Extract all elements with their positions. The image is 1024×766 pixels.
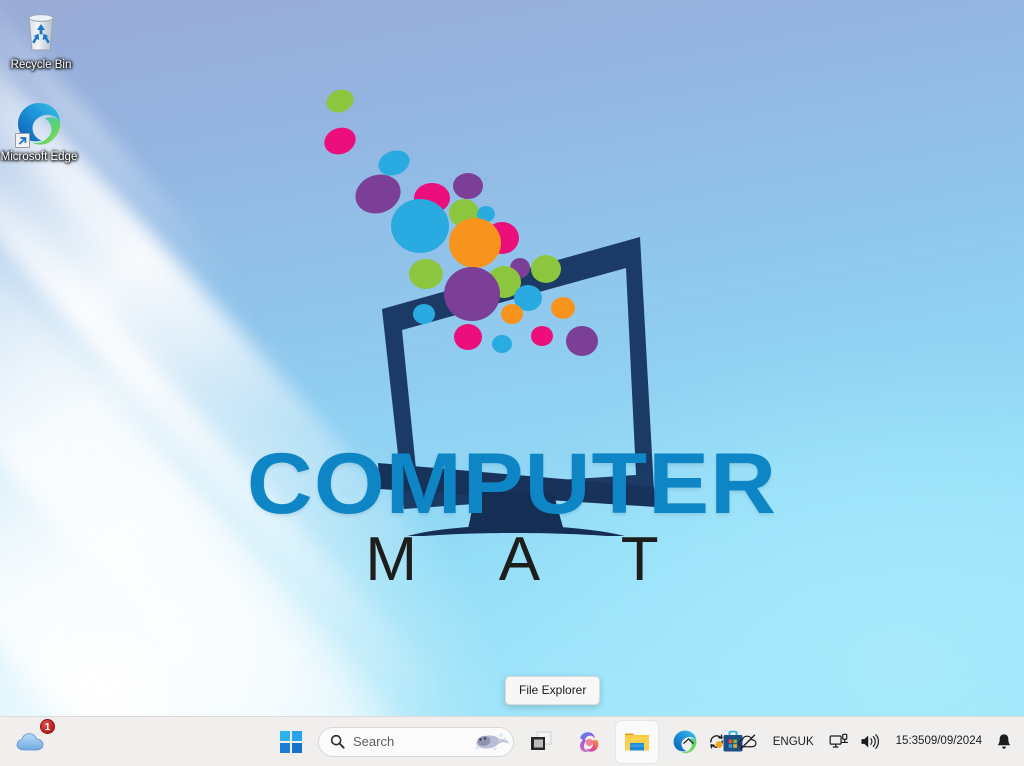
language-line-1: ENG <box>772 735 798 748</box>
desktop-icon-recycle-bin[interactable]: Recycle Bin <box>2 8 80 72</box>
windows-update-button[interactable] <box>701 721 732 763</box>
taskview-button[interactable] <box>520 721 562 763</box>
language-indicator[interactable]: ENG UK <box>764 721 823 763</box>
cloud-offline-icon <box>738 733 757 749</box>
file-explorer-tooltip: File Explorer <box>505 676 601 705</box>
chevron-up-icon <box>683 738 694 744</box>
update-sync-icon <box>709 734 723 749</box>
clock-time: 15:35 <box>895 735 925 747</box>
search-input[interactable]: Search <box>318 726 514 757</box>
start-button[interactable] <box>270 721 312 763</box>
network-button[interactable] <box>823 721 854 763</box>
language-line-2: UK <box>797 735 814 748</box>
volume-button[interactable] <box>854 721 886 763</box>
task-view-icon <box>531 731 552 750</box>
desktop-icon-label: Microsoft Edge <box>0 151 78 163</box>
recycle-bin-icon <box>17 8 65 56</box>
windows-logo-icon <box>280 730 302 753</box>
desktop-icon-label: Recycle Bin <box>10 59 72 71</box>
microsoft-edge-icon <box>15 100 63 148</box>
remote-monitor-icon <box>829 733 848 748</box>
onedrive-paused-button[interactable] <box>732 721 764 763</box>
bell-icon <box>997 734 1011 749</box>
copilot-icon <box>580 731 599 752</box>
system-tray: ENG UK 15:35 09/09/2024 <box>676 717 1018 766</box>
copilot-button[interactable] <box>568 721 610 763</box>
file-explorer-icon <box>625 733 649 750</box>
search-placeholder: Search <box>353 734 395 749</box>
desktop-icon-microsoft-edge[interactable]: Microsoft Edge <box>0 100 78 164</box>
speaker-icon <box>861 734 879 749</box>
desktop-screen: COMPUTER M A T Recycle Bin Microsoft Edg… <box>0 0 1024 766</box>
tooltip-text: File Explorer <box>519 683 587 697</box>
monitor-illustration <box>378 237 656 536</box>
desktop-wallpaper[interactable]: COMPUTER M A T Recycle Bin Microsoft Edg… <box>0 0 1024 716</box>
search-icon <box>330 734 345 749</box>
stingray-image-icon[interactable] <box>471 730 510 754</box>
notifications-button[interactable] <box>990 721 1018 763</box>
clock-button[interactable]: 15:35 09/09/2024 <box>886 721 990 763</box>
taskbar: 1 Search ENG UK 15:35 09/09/2024 <box>0 716 1024 766</box>
file-explorer-button[interactable] <box>616 720 658 763</box>
shortcut-arrow-icon <box>15 133 30 148</box>
colorful-bubbles-illustration <box>324 89 598 356</box>
clock-date: 09/09/2024 <box>924 735 982 747</box>
show-hidden-icons-button[interactable] <box>676 721 701 763</box>
